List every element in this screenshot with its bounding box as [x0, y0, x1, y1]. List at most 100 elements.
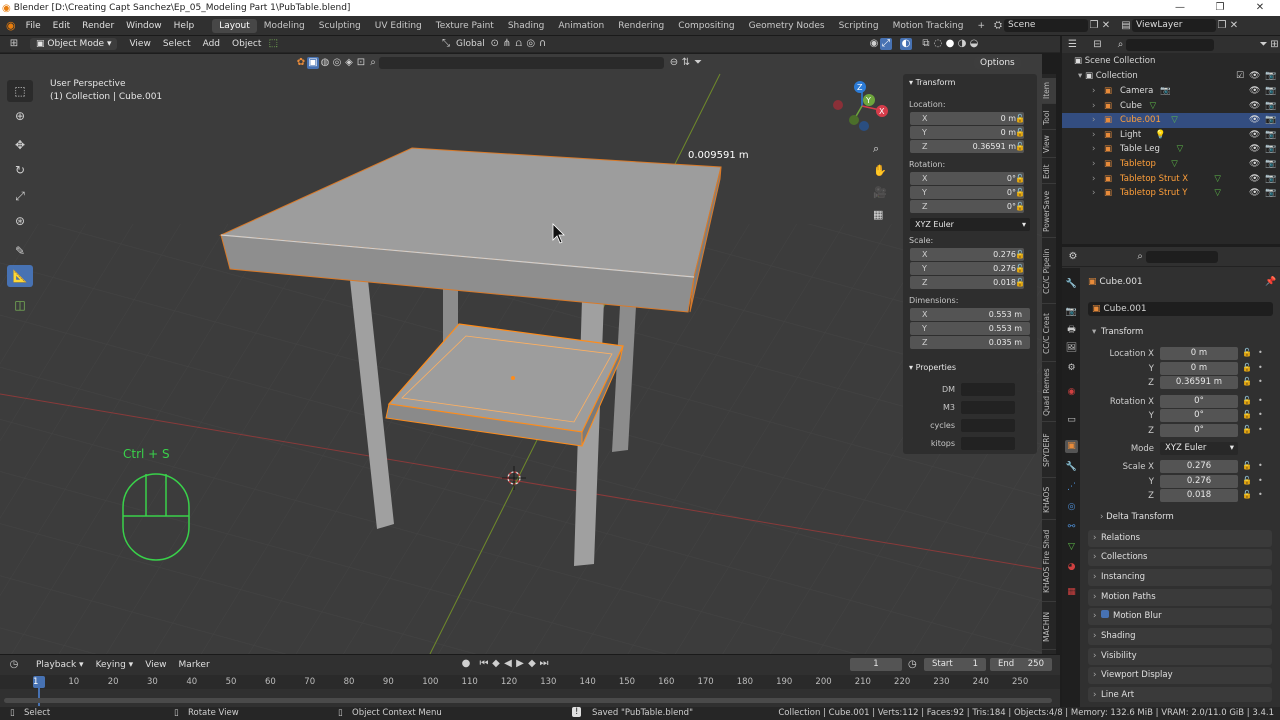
filter-clear-icon[interactable]: ⊖: [668, 57, 680, 69]
view-layer-selector[interactable]: ViewLayer: [1132, 19, 1216, 32]
prop-scale-z[interactable]: 0.018: [1160, 489, 1238, 502]
outliner-row-tabletop-strut-y[interactable]: › ▣ Tabletop Strut Y ▽ 👁 📷: [1062, 186, 1280, 201]
pin-icon[interactable]: 📌: [1265, 277, 1276, 287]
keyframe-dot-icon[interactable]: •: [1258, 490, 1263, 499]
particles-tab-icon[interactable]: ⋰: [1065, 481, 1078, 494]
outliner-search-field[interactable]: [1126, 38, 1214, 51]
outliner-row-cube[interactable]: › ▣ Cube ▽ 👁 📷: [1062, 99, 1280, 114]
motion-paths-section[interactable]: Motion Paths: [1088, 589, 1272, 606]
tab-scripting[interactable]: Scripting: [832, 19, 886, 33]
camera-filter-icon[interactable]: ⊡: [355, 57, 367, 69]
visibility-eye-icon[interactable]: 👁: [1249, 84, 1260, 99]
lock-scale-x-icon[interactable]: 🔓: [1015, 250, 1025, 259]
collection-checkbox-icon[interactable]: ☑: [1236, 69, 1244, 84]
visibility-eye-icon[interactable]: 👁: [1249, 172, 1260, 187]
tab-rendering[interactable]: Rendering: [611, 19, 671, 33]
visibility-eye-icon[interactable]: 👁: [1249, 157, 1260, 172]
menu-marker[interactable]: Marker: [173, 660, 216, 670]
menu-object[interactable]: Object: [226, 39, 267, 49]
modifier-tab-icon[interactable]: 🔧: [1065, 461, 1078, 474]
cursor-tool[interactable]: ⊕: [7, 105, 33, 127]
jump-start-icon[interactable]: ⏮: [478, 658, 490, 670]
properties-panel-header[interactable]: ▾ Properties: [909, 363, 956, 372]
outliner-row-scene-collection[interactable]: ▣ Scene Collection: [1062, 54, 1280, 69]
rotation-z-field[interactable]: Z 0°: [910, 200, 1024, 213]
pan-icon[interactable]: ✋: [873, 164, 887, 177]
new-scene-icon[interactable]: ❐: [1088, 20, 1100, 32]
outliner-row-light[interactable]: › ▣ Light 💡 👁 📷: [1062, 128, 1280, 143]
prop-scale-y[interactable]: 0.276: [1160, 475, 1238, 488]
timeline-editor-icon[interactable]: ◷: [8, 659, 20, 671]
keyframe-dot-icon[interactable]: •: [1258, 396, 1263, 405]
keyframe-dot-icon[interactable]: •: [1258, 363, 1263, 372]
menu-playback[interactable]: Playback ▾: [30, 660, 90, 670]
solid-shading-icon[interactable]: ●: [944, 38, 956, 50]
add-cube-tool[interactable]: ◫: [7, 294, 33, 316]
delete-scene-icon[interactable]: ✕: [1100, 20, 1112, 32]
timeline-scrollbar[interactable]: [4, 698, 1052, 703]
location-y-field[interactable]: Y0 m: [910, 126, 1024, 139]
orientation-icon[interactable]: ⤡: [440, 38, 452, 50]
lock-location-y-icon[interactable]: 🔓: [1015, 128, 1025, 137]
tool-tab-icon[interactable]: 🔧: [1065, 278, 1078, 291]
motion-blur-checkbox[interactable]: [1101, 610, 1109, 618]
delete-view-layer-icon[interactable]: ✕: [1228, 20, 1240, 32]
options-button[interactable]: Options: [974, 57, 1021, 69]
color-wheel-icon[interactable]: ✿: [295, 57, 307, 69]
new-view-layer-icon[interactable]: ❐: [1216, 20, 1228, 32]
texture-tab-icon[interactable]: ▦: [1065, 586, 1078, 599]
tab-layout[interactable]: Layout: [212, 18, 257, 33]
current-frame-field[interactable]: 1: [850, 658, 902, 671]
instancing-section[interactable]: Instancing: [1088, 569, 1272, 586]
close-icon[interactable]: ✕: [1240, 0, 1280, 16]
light-filter-icon[interactable]: ◈: [343, 57, 355, 69]
properties-search-field[interactable]: [1146, 250, 1218, 263]
tab-spyderf[interactable]: SPYDERF: [1042, 424, 1056, 478]
tab-cc-pipeline[interactable]: CC/C Pipelin: [1042, 240, 1056, 304]
add-workspace-icon[interactable]: +: [970, 19, 992, 33]
menu-select[interactable]: Select: [157, 39, 197, 49]
scale-z-field[interactable]: Z 0.018: [910, 276, 1024, 289]
property-lock-icon[interactable]: 🔓: [1242, 410, 1252, 419]
menu-help[interactable]: Help: [168, 21, 201, 31]
next-keyframe-icon[interactable]: ◆: [526, 658, 538, 670]
motion-blur-section[interactable]: Motion Blur: [1088, 608, 1272, 625]
view-layer-icon[interactable]: ▤: [1120, 20, 1132, 32]
filter-funnel-icon[interactable]: ⏷: [692, 57, 704, 69]
visibility-icon[interactable]: ◉: [868, 38, 880, 50]
property-lock-icon[interactable]: 🔓: [1242, 490, 1252, 499]
render-camera-icon[interactable]: 📷: [1265, 99, 1276, 114]
keyframe-dot-icon[interactable]: •: [1258, 410, 1263, 419]
collection-tab-icon[interactable]: ▭: [1065, 414, 1078, 427]
blender-menu-icon[interactable]: ◉: [6, 19, 16, 32]
render-camera-icon[interactable]: 📷: [1265, 157, 1276, 172]
property-lock-icon[interactable]: 🔓: [1242, 425, 1252, 434]
menu-file[interactable]: File: [20, 21, 47, 31]
transform-panel-header[interactable]: ▾ Transform: [909, 78, 955, 87]
scene-selector[interactable]: Scene: [1004, 19, 1088, 32]
menu-render[interactable]: Render: [76, 21, 120, 31]
visibility-eye-icon[interactable]: 👁: [1249, 99, 1260, 114]
viewport-display-section[interactable]: Viewport Display: [1088, 667, 1272, 684]
transform-tool[interactable]: ⊛: [7, 210, 33, 232]
prop-location-z[interactable]: 0.36591 m: [1160, 376, 1238, 389]
scene-tab-icon[interactable]: ⚙: [1065, 362, 1078, 375]
tab-powersave[interactable]: PowerSave: [1042, 186, 1056, 238]
tab-view[interactable]: View: [1042, 132, 1056, 158]
prop-m3-field[interactable]: [961, 401, 1015, 414]
material-tab-icon[interactable]: ◕: [1065, 561, 1078, 574]
outliner-row-collection[interactable]: ▾ ▣ Collection ☑ 👁 📷: [1062, 69, 1280, 84]
annotate-tool[interactable]: ✎: [7, 240, 33, 262]
scale-x-field[interactable]: X 0.276: [910, 248, 1024, 261]
tab-modeling[interactable]: Modeling: [257, 19, 312, 33]
render-camera-icon[interactable]: 📷: [1265, 113, 1276, 128]
output-tab-icon[interactable]: 🖶: [1065, 324, 1078, 337]
material-shading-icon[interactable]: ◑: [956, 38, 968, 50]
pivot-icon[interactable]: ⊙: [489, 38, 501, 50]
tab-compositing[interactable]: Compositing: [671, 19, 741, 33]
menu-window[interactable]: Window: [120, 21, 168, 31]
snap-target-icon[interactable]: ⩍: [513, 38, 525, 50]
property-lock-icon[interactable]: 🔓: [1242, 476, 1252, 485]
collection-visibility-icon[interactable]: 👁: [1249, 69, 1260, 84]
visibility-eye-icon[interactable]: 👁: [1249, 142, 1260, 157]
